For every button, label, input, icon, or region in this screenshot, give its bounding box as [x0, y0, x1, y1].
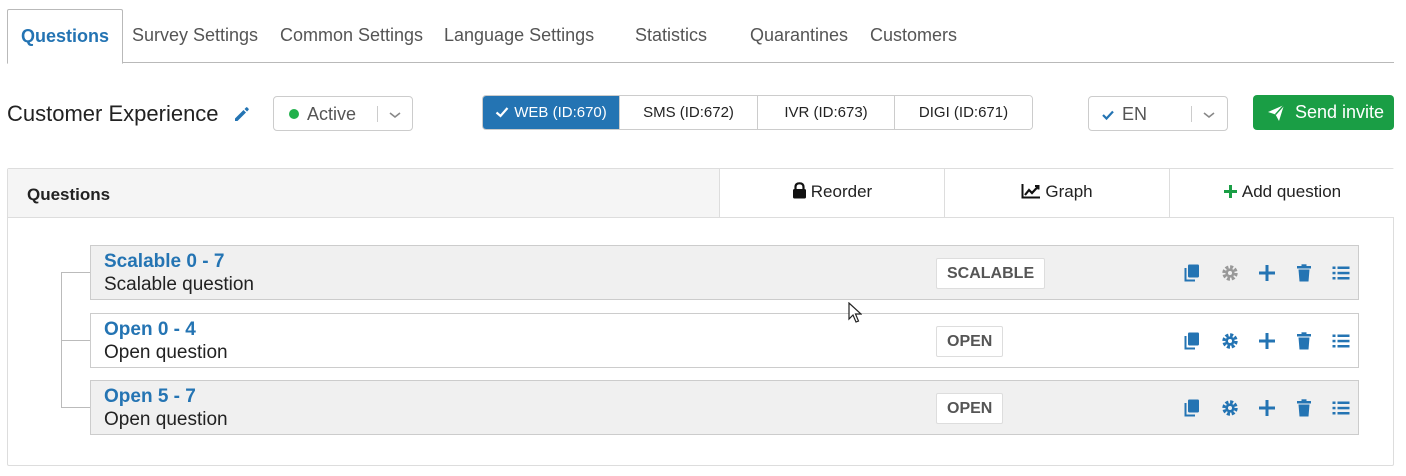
question-row: Scalable 0 - 7 Scalable question SCALABL…: [90, 245, 1359, 300]
question-type-badge: OPEN: [936, 326, 1004, 357]
reorder-button[interactable]: Reorder: [719, 169, 944, 217]
gear-icon[interactable]: [1220, 263, 1240, 283]
trash-icon[interactable]: [1294, 398, 1314, 418]
survey-title: Customer Experience: [7, 101, 219, 126]
tab-customers[interactable]: Customers: [870, 9, 957, 63]
graph-label: Graph: [1045, 182, 1093, 201]
question-row: Open 0 - 4 Open question OPEN: [90, 313, 1359, 368]
check-icon: [495, 98, 509, 129]
chevron-down-icon: [1202, 108, 1216, 122]
send-invite-button[interactable]: Send invite: [1253, 95, 1394, 130]
plus-icon: [1223, 185, 1237, 198]
question-subtitle: Open question: [104, 409, 228, 430]
status-label: Active: [307, 104, 357, 124]
channel-web-label: WEB (ID:670): [514, 104, 607, 121]
list-icon[interactable]: [1331, 263, 1351, 283]
panel-title: Questions: [27, 185, 111, 204]
plus-icon[interactable]: [1257, 263, 1277, 283]
select-separator: [377, 106, 378, 122]
graph-button[interactable]: Graph: [944, 169, 1169, 217]
send-invite-label: Send invite: [1295, 102, 1385, 122]
plus-icon[interactable]: [1257, 398, 1277, 418]
tab-quarantines[interactable]: Quarantines: [750, 9, 848, 63]
tree-line: [61, 407, 90, 408]
chevron-down-icon: [388, 108, 402, 122]
trash-icon[interactable]: [1294, 331, 1314, 351]
paper-plane-icon: [1268, 104, 1285, 121]
status-dot: [289, 109, 299, 119]
question-subtitle: Open question: [104, 342, 228, 363]
gear-icon[interactable]: [1220, 398, 1240, 418]
tree-line: [61, 272, 90, 273]
tab-questions[interactable]: Questions: [7, 9, 124, 64]
select-separator: [1191, 106, 1192, 122]
add-question-label: Add question: [1241, 182, 1342, 201]
channel-selector: WEB (ID:670) SMS (ID:672) IVR (ID:673) D…: [482, 95, 1033, 130]
reorder-label: Reorder: [810, 182, 873, 201]
copy-icon[interactable]: [1182, 331, 1202, 351]
channel-sms-button[interactable]: SMS (ID:672): [620, 96, 758, 129]
gear-icon[interactable]: [1220, 331, 1240, 351]
question-subtitle: Scalable question: [104, 274, 254, 295]
tab-common-settings[interactable]: Common Settings: [280, 9, 423, 63]
question-type-badge: OPEN: [936, 393, 1004, 424]
plus-icon[interactable]: [1257, 331, 1277, 351]
channel-web-button[interactable]: WEB (ID:670): [483, 96, 620, 129]
status-select[interactable]: Active: [273, 96, 413, 131]
trash-icon[interactable]: [1294, 263, 1314, 283]
list-icon[interactable]: [1331, 331, 1351, 351]
question-type-badge: SCALABLE: [936, 258, 1046, 289]
list-icon[interactable]: [1331, 398, 1351, 418]
tab-statistics[interactable]: Statistics: [635, 9, 707, 63]
question-title[interactable]: Scalable 0 - 7: [104, 251, 224, 273]
question-title[interactable]: Open 5 - 7: [104, 386, 196, 408]
panel-header: Questions Reorder Graph Add question: [8, 169, 1394, 218]
language-select[interactable]: EN: [1088, 96, 1228, 131]
lock-icon: [792, 182, 806, 199]
chart-line-icon: [1021, 184, 1041, 199]
language-label: EN: [1122, 104, 1148, 124]
question-row: Open 5 - 7 Open question OPEN: [90, 380, 1359, 435]
question-title[interactable]: Open 0 - 4: [104, 319, 196, 341]
copy-icon[interactable]: [1182, 398, 1202, 418]
tab-survey-settings[interactable]: Survey Settings: [132, 9, 258, 63]
tree-line: [61, 340, 90, 341]
channel-ivr-button[interactable]: IVR (ID:673): [758, 96, 895, 129]
copy-icon[interactable]: [1182, 263, 1202, 283]
tab-bar: Questions Survey Settings Common Setting…: [7, 9, 1394, 64]
pencil-icon[interactable]: [232, 104, 252, 124]
tab-language-settings[interactable]: Language Settings: [444, 9, 594, 63]
mouse-cursor-icon: [848, 302, 862, 323]
channel-digi-button[interactable]: DIGI (ID:671): [895, 96, 1032, 129]
check-icon: [1101, 108, 1115, 127]
add-question-button[interactable]: Add question: [1169, 169, 1394, 217]
